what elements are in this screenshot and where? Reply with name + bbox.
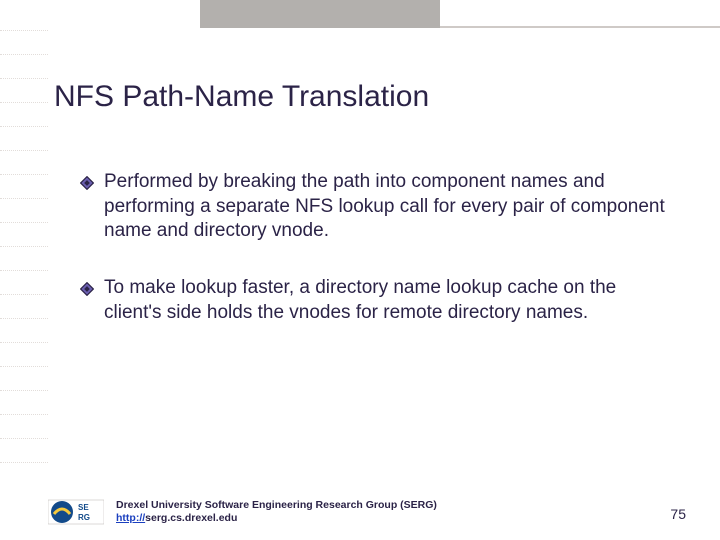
footer-link[interactable]: http:// [116, 512, 145, 524]
footer-text: Drexel University Software Engineering R… [116, 499, 437, 525]
bullet-item: To make lookup faster, a directory name … [80, 276, 670, 325]
left-dotted-rule [0, 30, 48, 486]
header-grey-block [200, 0, 440, 28]
serg-logo: SE RG [48, 496, 104, 528]
slide-number: 75 [670, 506, 686, 522]
slide-body: Performed by breaking the path into comp… [80, 170, 670, 357]
svg-text:SE: SE [78, 503, 89, 512]
slide-title: NFS Path-Name Translation [54, 80, 429, 114]
bullet-item: Performed by breaking the path into comp… [80, 170, 670, 244]
header-decoration [0, 0, 720, 30]
footer: SE RG Drexel University Software Enginee… [48, 492, 688, 532]
footer-org: Drexel University Software Engineering R… [116, 499, 437, 511]
bullet-text: To make lookup faster, a directory name … [104, 276, 670, 325]
svg-text:RG: RG [78, 513, 90, 522]
footer-url-rest: serg.cs.drexel.edu [145, 512, 237, 524]
diamond-bullet-icon [80, 282, 94, 296]
diamond-bullet-icon [80, 176, 94, 190]
bullet-text: Performed by breaking the path into comp… [104, 170, 670, 244]
header-thin-line [440, 26, 720, 28]
